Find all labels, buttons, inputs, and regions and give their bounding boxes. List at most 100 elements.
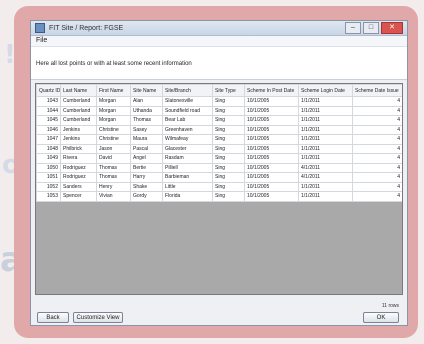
instruction-panel: Here all lost points or with at least so… xyxy=(31,47,407,80)
table-cell: Jason xyxy=(96,143,131,154)
table-row[interactable]: 1051 Rodriguez Thomas Harry Barbieman Sing 10/… xyxy=(36,172,402,183)
table-cell: Sing xyxy=(212,143,245,154)
back-button[interactable]: Back xyxy=(37,312,69,323)
table-row[interactable]: 1053 Spencer Vivian Gordy Florida Sing 10/1/20… xyxy=(36,191,402,202)
table-cell: Sing xyxy=(212,115,245,126)
table-cell: 10/1/2005 xyxy=(244,115,299,126)
table-cell: 4 xyxy=(352,143,402,154)
table-cell: 10/1/2005 xyxy=(244,105,299,116)
data-grid[interactable]: Quartz ID Last Name First Name Site Name… xyxy=(35,83,403,295)
table-cell: Pascal xyxy=(130,143,163,154)
table-cell: 10/1/2005 xyxy=(244,191,299,202)
table-cell: 1049 xyxy=(36,153,61,164)
table-cell: Cumberland xyxy=(60,105,97,116)
table-cell: Florida xyxy=(162,191,213,202)
table-cell: 1046 xyxy=(36,124,61,135)
column-header[interactable]: Scheme Date Issue xyxy=(352,84,402,97)
table-cell: 4 xyxy=(352,96,402,107)
table-cell: Shake xyxy=(130,181,163,192)
table-cell: Barbieman xyxy=(162,172,213,183)
table-cell: 10/1/2005 xyxy=(244,153,299,164)
column-header[interactable]: Last Name xyxy=(60,84,97,97)
table-cell: 1/1/2011 xyxy=(298,143,353,154)
table-cell: 1/1/2011 xyxy=(298,124,353,135)
minimize-button[interactable]: – xyxy=(345,22,361,34)
table-cell: Thomas xyxy=(96,172,131,183)
column-header[interactable]: Scheme Login Date xyxy=(298,84,353,97)
table-cell: Sing xyxy=(212,105,245,116)
table-cell: 4 xyxy=(352,105,402,116)
table-cell: 1/1/2011 xyxy=(298,134,353,145)
ok-button[interactable]: OK xyxy=(363,312,399,323)
table-cell: Sing xyxy=(212,181,245,192)
table-cell: Jenkins xyxy=(60,134,97,145)
table-cell: Gordy xyxy=(130,191,163,202)
table-cell: Morgan xyxy=(96,105,131,116)
table-cell: 1/1/2011 xyxy=(298,153,353,164)
table-cell: 1044 xyxy=(36,105,61,116)
row-count-status: 11 rows xyxy=(381,303,399,309)
table-cell: Sing xyxy=(212,172,245,183)
table-cell: Sing xyxy=(212,153,245,164)
table-cell: Pilliell xyxy=(162,162,213,173)
table-cell: 4/1/2011 xyxy=(298,162,353,173)
column-header[interactable]: First Name xyxy=(96,84,131,97)
table-cell: Alan xyxy=(130,96,163,107)
table-cell: 1043 xyxy=(36,96,61,107)
table-row[interactable]: 1050 Rodriguez Thomas Bertie Pilliell Sing 10/… xyxy=(36,162,402,173)
column-header[interactable]: Site/Branch xyxy=(162,84,213,97)
column-header[interactable]: Scheme In Post Date xyxy=(244,84,299,97)
table-row[interactable]: 1045 Cumberland Morgan Thomas Bear Lab Sing 10… xyxy=(36,115,402,126)
table-cell: 4 xyxy=(352,162,402,173)
bottom-bar: 11 rows Back Customize View OK xyxy=(31,297,407,325)
table-row[interactable]: 1048 Philbrick Jason Pascal Glacester Sing 10/… xyxy=(36,143,402,154)
table-cell: 10/1/2005 xyxy=(244,162,299,173)
table-row[interactable]: 1052 Sanders Henry Shake Little Sing 10/1/2005… xyxy=(36,181,402,192)
table-cell: Greenhaven xyxy=(162,124,213,135)
table-cell: 1/1/2011 xyxy=(298,181,353,192)
table-row[interactable]: 1044 Cumberland Morgan Uthanda Soundfield ro… xyxy=(36,105,402,116)
menu-bar: File xyxy=(31,36,407,47)
table-cell: Philbrick xyxy=(60,143,97,154)
column-header[interactable]: Site Type xyxy=(212,84,245,97)
table-cell: Harry xyxy=(130,172,163,183)
table-row[interactable]: 1047 Jenkins Christine Maura Wilmafeay Sing 10… xyxy=(36,134,402,145)
table-cell: Spencer xyxy=(60,191,97,202)
table-cell: 4 xyxy=(352,134,402,145)
table-cell: 10/1/2005 xyxy=(244,172,299,183)
table-cell: 4 xyxy=(352,181,402,192)
title-bar[interactable]: FIT Site / Report: FGSE – □ ✕ xyxy=(31,21,407,36)
table-cell: 10/1/2005 xyxy=(244,143,299,154)
table-cell: Thomas xyxy=(96,162,131,173)
table-cell: David xyxy=(96,153,131,164)
table-cell: Sing xyxy=(212,124,245,135)
table-cell: Sasey xyxy=(130,124,163,135)
menu-item-file[interactable]: File xyxy=(36,37,47,44)
table-cell: Henry xyxy=(96,181,131,192)
maximize-button[interactable]: □ xyxy=(363,22,379,34)
table-cell: 4 xyxy=(352,115,402,126)
table-cell: Cumberland xyxy=(60,96,97,107)
table-cell: 1/1/2011 xyxy=(298,105,353,116)
table-row[interactable]: 1043 Cumberland Morgan Alan Slatonesville Sin… xyxy=(36,96,402,107)
table-cell: Uthanda xyxy=(130,105,163,116)
table-cell: Slatonesville xyxy=(162,96,213,107)
close-button[interactable]: ✕ xyxy=(381,22,403,34)
customize-view-button[interactable]: Customize View xyxy=(73,312,123,323)
table-cell: Rivera xyxy=(60,153,97,164)
table-cell: Sing xyxy=(212,96,245,107)
table-cell: Morgan xyxy=(96,115,131,126)
table-row[interactable]: 1049 Rivera David Angel Rasdam Sing 10/1/2005 1… xyxy=(36,153,402,164)
table-cell: 10/1/2005 xyxy=(244,181,299,192)
table-cell: 4 xyxy=(352,153,402,164)
table-row[interactable]: 1046 Jenkins Christine Sasey Greenhaven Sing 1… xyxy=(36,124,402,135)
instruction-text: Here all lost points or with at least so… xyxy=(36,61,192,67)
table-cell: Bear Lab xyxy=(162,115,213,126)
table-cell: 1053 xyxy=(36,191,61,202)
table-cell: Rodriguez xyxy=(60,172,97,183)
table-cell: 1047 xyxy=(36,134,61,145)
column-header[interactable]: Quartz ID xyxy=(36,84,61,97)
table-cell: Wilmafeay xyxy=(162,134,213,145)
column-header[interactable]: Site Name xyxy=(130,84,163,97)
table-cell: Thomas xyxy=(130,115,163,126)
